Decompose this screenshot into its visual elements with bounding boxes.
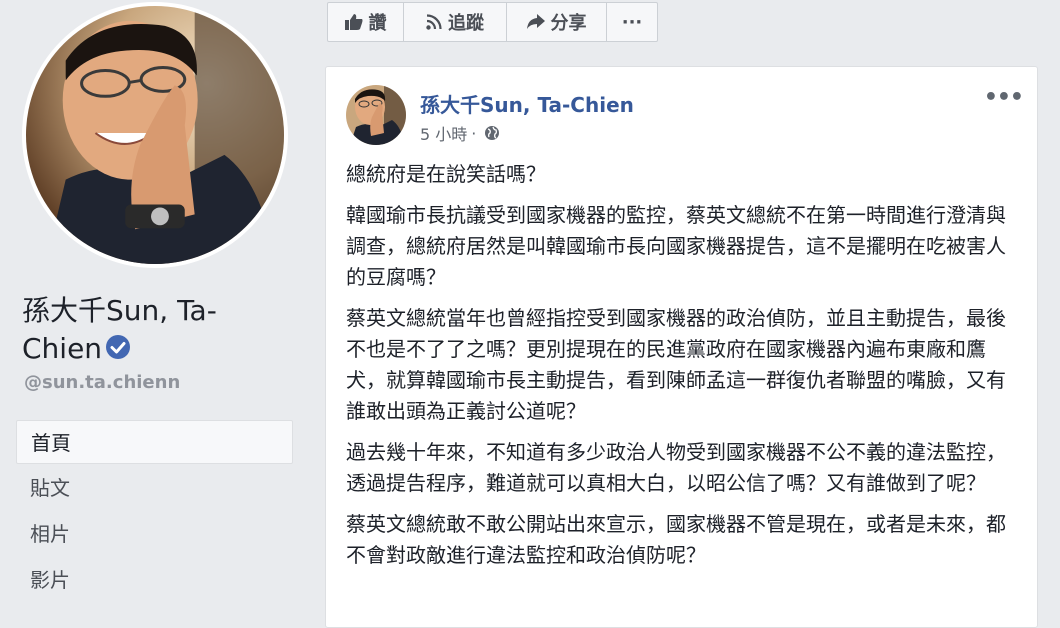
rss-icon xyxy=(426,14,442,30)
globe-icon[interactable] xyxy=(484,125,500,141)
follow-button-label: 追蹤 xyxy=(448,13,484,34)
page-action-bar: 讚 追蹤 分享 ··· xyxy=(327,2,658,42)
profile-name-line2: Chien xyxy=(22,332,103,365)
profile-handle: @sun.ta.chienn xyxy=(24,372,181,393)
thumbs-up-icon xyxy=(344,14,362,30)
avatar-image xyxy=(346,85,406,145)
profile-photo[interactable] xyxy=(22,2,288,268)
profile-name-line1: 孫大千Sun, Ta- xyxy=(22,294,217,327)
more-dots-icon: ··· xyxy=(621,11,643,33)
share-button-label: 分享 xyxy=(550,13,587,34)
sidebar-nav: 首頁 貼文 相片 影片 xyxy=(16,420,293,604)
meta-separator: · xyxy=(471,123,477,143)
verified-check-icon xyxy=(106,335,131,359)
profile-name[interactable]: 孫大千Sun, Ta- Chien xyxy=(22,292,292,368)
follow-button[interactable]: 追蹤 xyxy=(404,3,507,41)
more-actions-button[interactable]: ··· xyxy=(607,3,657,41)
post-meta: 5 小時 · xyxy=(420,121,500,145)
share-arrow-icon xyxy=(526,14,545,29)
like-button[interactable]: 讚 xyxy=(328,3,404,41)
nav-item-videos[interactable]: 影片 xyxy=(16,558,293,602)
post-paragraph: 過去幾十年來，不知道有多少政治人物受到國家機器不公不義的違法監控，透過提告程序，… xyxy=(346,440,1006,495)
share-button[interactable]: 分享 xyxy=(507,3,607,41)
post-paragraph: 總統府是在說笑話嗎？ xyxy=(346,162,546,186)
post-paragraph: 蔡英文總統當年也曾經指控受到國家機器的政治偵防，並且主動提告，最後不也是不了了之… xyxy=(346,306,1006,423)
like-button-label: 讚 xyxy=(368,13,387,34)
post-timestamp[interactable]: 5 小時 xyxy=(420,121,467,145)
nav-item-home[interactable]: 首頁 xyxy=(16,420,293,464)
nav-item-posts[interactable]: 貼文 xyxy=(16,466,293,510)
post-author-name[interactable]: 孫大千Sun, Ta-Chien xyxy=(420,89,634,118)
post-author-avatar[interactable] xyxy=(346,85,406,145)
post-paragraph: 韓國瑜市長抗議受到國家機器的監控，蔡英文總統不在第一時間進行澄清與調查，總統府居… xyxy=(346,203,1006,289)
nav-item-photos[interactable]: 相片 xyxy=(16,512,293,556)
post-card: 孫大千Sun, Ta-Chien 5 小時 · ••• 總統府是在說笑話嗎？ 韓… xyxy=(325,66,1038,628)
post-paragraph: 蔡英文總統敢不敢公開站出來宣示，國家機器不管是現在，或者是未來，都不會對政敵進行… xyxy=(346,512,1006,567)
post-options-icon[interactable]: ••• xyxy=(984,85,1024,110)
post-body: 總統府是在說笑話嗎？ 韓國瑜市長抗議受到國家機器的監控，蔡英文總統不在第一時間進… xyxy=(346,159,1018,581)
profile-photo-image xyxy=(26,6,284,264)
